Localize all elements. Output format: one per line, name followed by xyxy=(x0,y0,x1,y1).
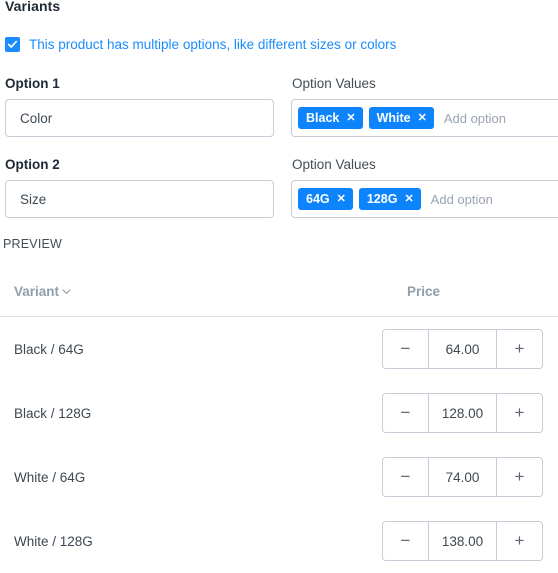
option-value-chip[interactable]: Black ✕ xyxy=(298,107,363,129)
close-icon[interactable]: ✕ xyxy=(418,112,427,124)
option-2-values-label: Option Values xyxy=(292,157,376,172)
column-header-variant-label: Variant xyxy=(14,283,60,299)
option-2-name-label: Option 2 xyxy=(5,157,60,172)
option-1-name-input[interactable]: Color xyxy=(5,99,274,137)
price-decrement-button[interactable]: − xyxy=(383,330,429,368)
variant-name: Black / 64G xyxy=(14,341,84,357)
option-value-chip-label: 128G xyxy=(366,192,398,206)
option-value-chip[interactable]: White ✕ xyxy=(368,107,434,129)
table-header-row: Variant Price xyxy=(0,266,558,317)
multiple-options-checkbox-label[interactable]: This product has multiple options, like … xyxy=(29,37,396,52)
variant-name: White / 128G xyxy=(14,533,93,549)
preview-label: PREVIEW xyxy=(3,237,63,251)
variant-price-cell: − 74.00 + xyxy=(380,457,543,497)
option-1-name-label: Option 1 xyxy=(5,76,60,91)
close-icon[interactable]: ✕ xyxy=(337,193,346,205)
variant-price-cell: − 128.00 + xyxy=(380,393,543,433)
table-row: White / 128G − 138.00 + xyxy=(0,509,558,573)
price-input[interactable]: 128.00 xyxy=(429,394,496,432)
page-title: Variants xyxy=(5,0,61,14)
price-decrement-button[interactable]: − xyxy=(383,458,429,496)
price-stepper[interactable]: − 128.00 + xyxy=(382,393,543,433)
option-value-chip-label: 64G xyxy=(306,192,330,206)
variant-name: Black / 128G xyxy=(14,405,92,421)
price-increment-button[interactable]: + xyxy=(496,394,542,432)
check-icon xyxy=(7,40,18,48)
option-2-values-field[interactable]: 64G ✕ 128G ✕ Add option xyxy=(291,180,558,218)
multiple-options-checkbox[interactable] xyxy=(5,37,20,52)
close-icon[interactable]: ✕ xyxy=(346,112,355,124)
price-increment-button[interactable]: + xyxy=(496,522,542,560)
table-row: Black / 64G − 64.00 + xyxy=(0,317,558,381)
price-input[interactable]: 74.00 xyxy=(429,458,496,496)
column-header-price: Price xyxy=(407,283,441,299)
column-header-variant[interactable]: Variant xyxy=(0,283,394,300)
price-increment-button[interactable]: + xyxy=(496,330,542,368)
price-input[interactable]: 138.00 xyxy=(429,522,496,560)
price-decrement-button[interactable]: − xyxy=(383,522,429,560)
variant-name: White / 64G xyxy=(14,469,86,485)
option-value-chip[interactable]: 64G ✕ xyxy=(298,188,353,210)
table-row: Black / 128G − 128.00 + xyxy=(0,381,558,445)
price-decrement-button[interactable]: − xyxy=(383,394,429,432)
option-value-chip-label: White xyxy=(376,111,411,125)
table-row: White / 64G − 74.00 + xyxy=(0,445,558,509)
option-2-name-input[interactable]: Size xyxy=(5,180,274,218)
price-stepper[interactable]: − 74.00 + xyxy=(382,457,543,497)
variant-price-cell: − 138.00 + xyxy=(380,521,543,561)
chevron-down-icon[interactable] xyxy=(61,285,72,300)
variant-price-cell: − 64.00 + xyxy=(380,329,543,369)
price-stepper[interactable]: − 64.00 + xyxy=(382,329,543,369)
option-value-chip-label: Black xyxy=(306,111,340,125)
price-stepper[interactable]: − 138.00 + xyxy=(382,521,543,561)
option-1-add-value-input[interactable]: Add option xyxy=(440,111,506,126)
multiple-options-checkbox-row[interactable]: This product has multiple options, like … xyxy=(5,37,396,52)
option-1-values-field[interactable]: Black ✕ White ✕ Add option xyxy=(291,99,558,137)
option-value-chip[interactable]: 128G ✕ xyxy=(358,188,421,210)
option-1-values-label: Option Values xyxy=(292,76,376,91)
option-2-add-value-input[interactable]: Add option xyxy=(427,192,493,207)
variants-preview-table: Variant Price Black / 64G − 64.00 + Blac… xyxy=(0,266,558,573)
price-input[interactable]: 64.00 xyxy=(429,330,496,368)
price-increment-button[interactable]: + xyxy=(496,458,542,496)
variants-panel: Variants This product has multiple optio… xyxy=(0,0,558,563)
close-icon[interactable]: ✕ xyxy=(404,193,413,205)
